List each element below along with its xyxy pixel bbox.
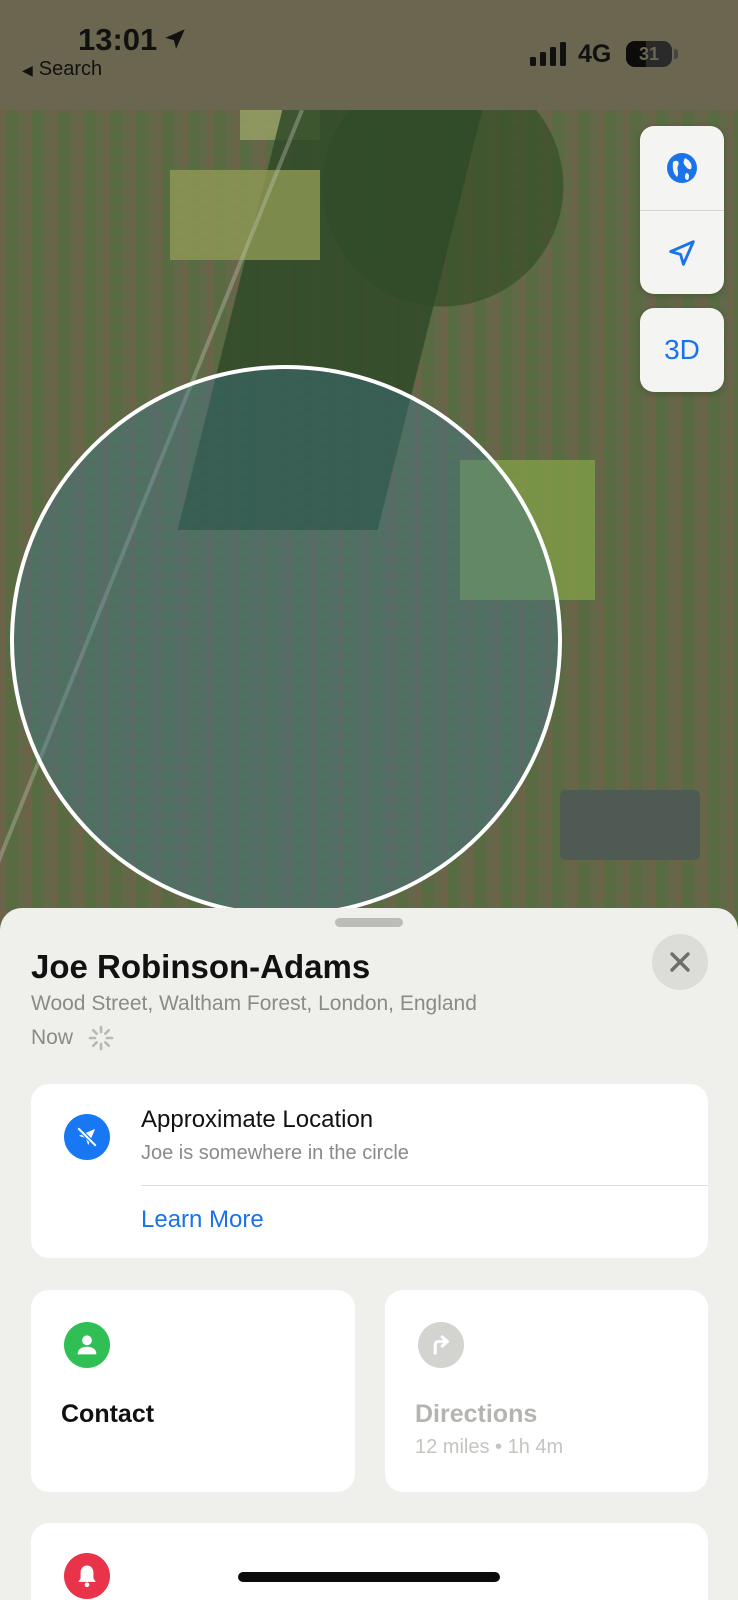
back-link-label: Search (38, 58, 103, 80)
3d-view-button[interactable]: 3D (640, 308, 724, 392)
location-slash-glyph (77, 1127, 97, 1147)
approximate-location-subtitle: Joe is somewhere in the circle (141, 1142, 409, 1164)
map-type-button[interactable] (640, 126, 724, 210)
back-to-search-link[interactable]: ◀ Search (22, 58, 102, 81)
sheet-grabber[interactable] (335, 918, 403, 927)
battery-indicator: 31 (626, 41, 672, 67)
home-indicator[interactable] (238, 1572, 500, 1582)
approximate-location-card: Approximate Location Joe is somewhere in… (31, 1084, 708, 1258)
network-type: 4G (578, 40, 612, 68)
directions-arrow-icon (418, 1322, 464, 1368)
last-updated-row: Now (31, 1024, 115, 1052)
close-button[interactable] (652, 934, 708, 990)
bell-icon (64, 1553, 110, 1599)
approximate-location-circle (10, 365, 562, 917)
approximate-location-title: Approximate Location (141, 1106, 374, 1133)
person-address: Wood Street, Waltham Forest, London, Eng… (31, 992, 477, 1015)
status-bar: 13:01 ◀ Search 4G 31 (0, 0, 738, 110)
person-detail-sheet: Joe Robinson-Adams Wood Street, Waltham … (0, 908, 738, 1600)
bell-glyph (78, 1565, 96, 1588)
map-view[interactable] (0, 0, 738, 930)
contact-label: Contact (61, 1400, 155, 1428)
location-slash-icon (64, 1114, 110, 1160)
directions-distance-time: 12 miles • 1h 4m (415, 1436, 564, 1458)
close-icon (670, 952, 690, 972)
directions-label: Directions (415, 1400, 538, 1428)
person-name: Joe Robinson-Adams (31, 948, 371, 985)
current-location-button[interactable] (640, 210, 724, 294)
person-icon (64, 1322, 110, 1368)
divider (141, 1185, 708, 1186)
location-services-icon (165, 29, 185, 49)
learn-more-link[interactable]: Learn More (141, 1206, 264, 1234)
location-arrow-icon (669, 239, 695, 266)
back-triangle-icon: ◀ (22, 62, 33, 78)
notifications-card[interactable] (31, 1523, 708, 1600)
status-time: 13:01 (78, 22, 158, 57)
person-glyph (77, 1335, 97, 1355)
battery-cap (674, 49, 678, 59)
contact-button[interactable]: Contact (31, 1290, 355, 1492)
globe-icon (667, 153, 697, 183)
map-lake (560, 790, 700, 860)
cellular-signal-icon (530, 42, 566, 66)
map-controls (640, 126, 724, 294)
directions-glyph (433, 1335, 449, 1355)
loading-spinner-icon (88, 1025, 114, 1051)
directions-button[interactable]: Directions 12 miles • 1h 4m (385, 1290, 708, 1492)
battery-level: 31 (638, 44, 660, 64)
last-updated-text: Now (31, 1026, 74, 1049)
